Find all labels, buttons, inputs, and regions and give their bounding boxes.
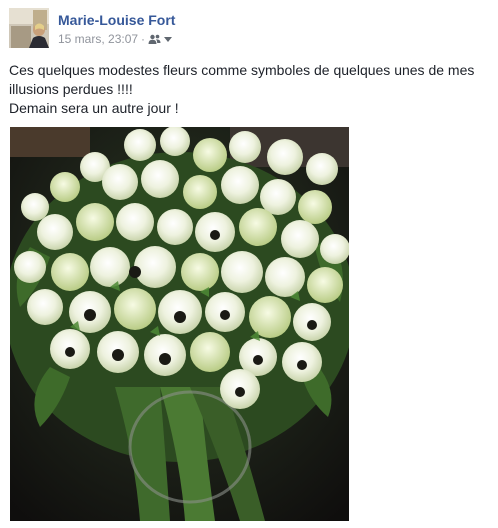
post-timestamp[interactable]: 15 mars, 23:07 bbox=[58, 32, 138, 46]
author-name[interactable]: Marie-Louise Fort bbox=[58, 12, 175, 29]
post-photo[interactable] bbox=[10, 127, 349, 521]
post-text: Ces quelques modestes fleurs comme symbo… bbox=[9, 61, 489, 118]
facebook-post: Marie-Louise Fort 15 mars, 23:07 · Ces q… bbox=[0, 0, 498, 528]
audience-selector[interactable] bbox=[148, 34, 173, 44]
post-text-line: Ces quelques modestes fleurs comme symbo… bbox=[9, 62, 475, 97]
chevron-down-icon bbox=[164, 36, 173, 42]
meta-separator: · bbox=[141, 32, 146, 46]
flower-bouquet-image bbox=[10, 127, 349, 521]
post-meta: Marie-Louise Fort 15 mars, 23:07 · bbox=[58, 12, 175, 46]
friends-icon bbox=[148, 34, 161, 44]
author-avatar[interactable] bbox=[9, 8, 49, 48]
post-subline: 15 mars, 23:07 · bbox=[58, 32, 175, 46]
post-text-line: Demain sera un autre jour ! bbox=[9, 100, 179, 116]
post-header: Marie-Louise Fort 15 mars, 23:07 · bbox=[9, 8, 175, 50]
